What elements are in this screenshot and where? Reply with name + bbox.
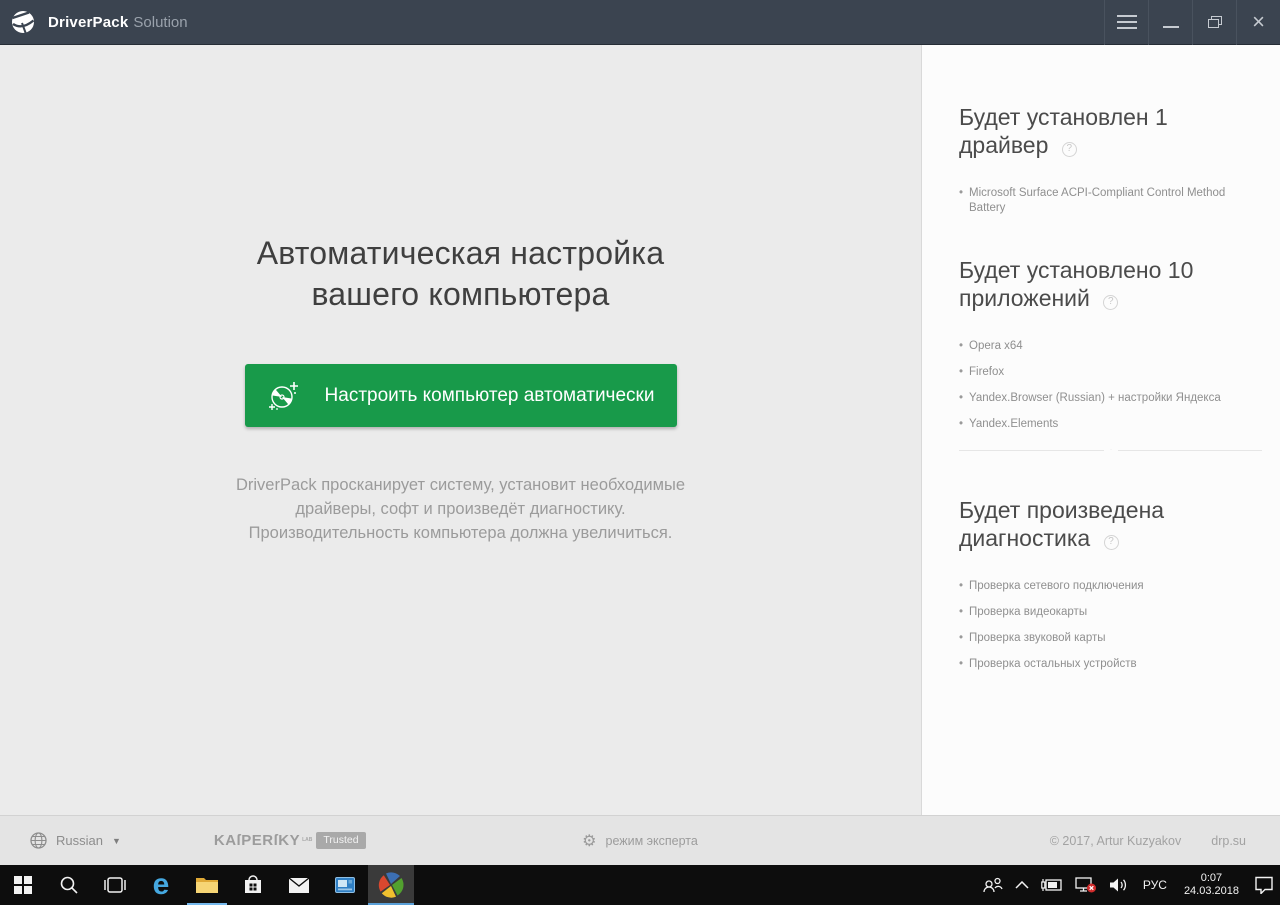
globe-icon (30, 832, 47, 849)
action-center-icon (1254, 876, 1274, 894)
battery-status[interactable] (1035, 865, 1069, 905)
folder-icon (195, 875, 219, 895)
diagnostics-help-icon[interactable]: ? (1104, 535, 1119, 550)
diagnostics-list: Проверка сетевого подключения Проверка в… (959, 574, 1262, 678)
disc-sparkle-icon (267, 379, 301, 413)
trusted-label: Trusted (316, 832, 365, 849)
mail-button[interactable] (276, 865, 322, 905)
auto-setup-button[interactable]: Настроить компьютер автоматически (245, 364, 677, 427)
list-item: Проверка видеокарты (959, 600, 1262, 626)
windows-taskbar: e (0, 865, 1280, 905)
system-tray: РУС 0:07 24.03.2018 (977, 865, 1280, 905)
footer-bar: Russian ▼ KAſPERſKY LAB Trusted ⚙ режим … (0, 815, 1280, 865)
auto-setup-button-label: Настроить компьютер автоматически (325, 385, 655, 407)
apps-list-expander[interactable] (959, 450, 1262, 464)
minimize-icon (1163, 26, 1179, 28)
site-link[interactable]: drp.su (1211, 834, 1246, 848)
copyright-text: © 2017, Artur Kuzyakov (1050, 834, 1182, 848)
people-button[interactable] (977, 865, 1009, 905)
driverpack-taskbar-button[interactable] (368, 865, 414, 905)
diagnostics-section-heading: Будет произведена диагностика (959, 497, 1164, 551)
network-status[interactable] (1069, 865, 1103, 905)
main-area: Автоматическая настройка вашего компьюте… (0, 45, 921, 815)
kaspersky-trusted-badge: KAſPERſKY LAB Trusted (214, 832, 366, 849)
apps-help-icon[interactable]: ? (1103, 295, 1118, 310)
language-caret-icon: ▼ (112, 836, 121, 846)
apps-section-heading: Будет установлено 10 приложений (959, 257, 1193, 311)
network-disconnected-icon (1075, 877, 1097, 893)
task-view-button[interactable] (92, 865, 138, 905)
language-selector[interactable]: Russian ▼ (30, 832, 121, 849)
battery-charging-icon (1041, 878, 1063, 892)
legacy-app-button[interactable] (322, 865, 368, 905)
titlebar: DriverPack Solution × (0, 0, 1280, 45)
drivers-help-icon[interactable]: ? (1062, 142, 1077, 157)
app-title-brand: DriverPack (48, 14, 128, 31)
file-explorer-button[interactable] (184, 865, 230, 905)
main-description: DriverPack просканирует систему, установ… (218, 473, 703, 545)
drivers-list: Microsoft Surface ACPI-Compliant Control… (959, 181, 1262, 222)
menu-button[interactable] (1104, 0, 1148, 45)
expert-mode-label: режим эксперта (605, 834, 697, 848)
minimize-button[interactable] (1148, 0, 1192, 45)
speaker-icon (1109, 877, 1129, 893)
page-title: Автоматическая настройка вашего компьюте… (221, 233, 701, 315)
list-item: Проверка звуковой карты (959, 626, 1262, 652)
edge-icon: e (153, 871, 170, 899)
chevron-down-icon (1104, 446, 1118, 453)
list-item: Проверка сетевого подключения (959, 574, 1262, 600)
volume-button[interactable] (1103, 865, 1135, 905)
restore-icon (1208, 16, 1222, 28)
apps-section: Будет установлено 10 приложений ? Opera … (959, 256, 1262, 464)
driverpack-pinwheel-icon (377, 871, 405, 899)
kaspersky-lab-text: LAB (302, 838, 312, 843)
drivers-section: Будет установлен 1 драйвер ? Microsoft S… (959, 103, 1262, 222)
tray-expand-button[interactable] (1009, 865, 1035, 905)
gear-icon: ⚙ (582, 831, 596, 851)
hamburger-icon (1117, 11, 1137, 33)
diagnostics-section: Будет произведена диагностика ? Проверка… (959, 496, 1262, 678)
store-bag-icon (242, 874, 264, 896)
list-item: Firefox (959, 360, 1262, 386)
start-button[interactable] (0, 865, 46, 905)
mail-envelope-icon (288, 877, 310, 894)
store-button[interactable] (230, 865, 276, 905)
summary-sidebar: Будет установлен 1 драйвер ? Microsoft S… (921, 45, 1280, 815)
driverpack-window: DriverPack Solution × Автоматическая нас… (0, 0, 1280, 905)
close-button[interactable]: × (1236, 0, 1280, 45)
people-icon (983, 877, 1003, 893)
list-item: Yandex.Elements (959, 412, 1262, 438)
language-label: Russian (56, 833, 103, 848)
taskbar-search-button[interactable] (46, 865, 92, 905)
restore-button[interactable] (1192, 0, 1236, 45)
expert-mode-toggle[interactable]: ⚙ режим эксперта (582, 831, 698, 851)
windows-logo-icon (14, 876, 32, 894)
list-item: Opera x64 (959, 334, 1262, 360)
driverpack-logo-icon (10, 9, 36, 35)
kaspersky-logo-text: KAſPERſKY (214, 832, 300, 849)
legacy-app-icon (335, 877, 355, 893)
input-language-indicator[interactable]: РУС (1135, 865, 1175, 905)
clock-time: 0:07 (1184, 872, 1239, 885)
apps-list: Opera x64 Firefox Yandex.Browser (Russia… (959, 334, 1262, 438)
task-view-icon (103, 876, 127, 894)
clock-date: 24.03.2018 (1184, 885, 1239, 898)
app-title-suffix: Solution (133, 14, 187, 31)
action-center-button[interactable] (1248, 865, 1280, 905)
list-item: Проверка остальных устройств (959, 652, 1262, 678)
search-icon (59, 875, 79, 895)
taskbar-clock[interactable]: 0:07 24.03.2018 (1175, 865, 1248, 905)
close-icon: × (1252, 12, 1265, 32)
edge-browser-button[interactable]: e (138, 865, 184, 905)
footer-credits: © 2017, Artur Kuzyakov drp.su (1050, 834, 1246, 848)
chevron-up-icon (1015, 881, 1029, 889)
list-item: Microsoft Surface ACPI-Compliant Control… (959, 181, 1262, 222)
list-item: Yandex.Browser (Russian) + настройки Янд… (959, 386, 1262, 412)
